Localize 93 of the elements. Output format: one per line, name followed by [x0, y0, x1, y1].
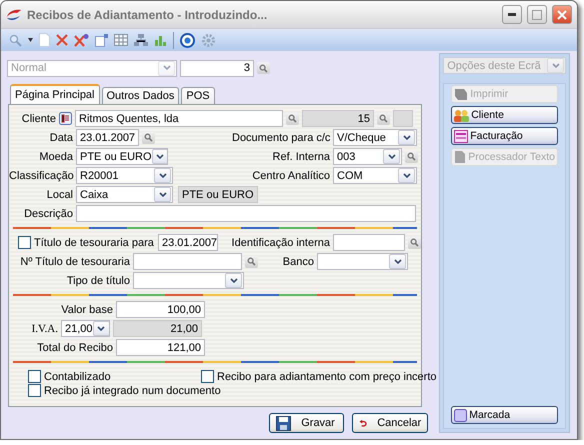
- chevron-icon[interactable]: [154, 168, 171, 183]
- search-icon[interactable]: [142, 132, 155, 144]
- dropdown-field[interactable]: COM: [333, 167, 417, 184]
- cancel-button[interactable]: Cancelar: [352, 413, 428, 433]
- help-icon[interactable]: [180, 32, 195, 48]
- option-button[interactable]: Facturação: [451, 127, 558, 145]
- search-icon[interactable]: [245, 256, 258, 268]
- chevron-icon[interactable]: [152, 149, 167, 164]
- field-label: I.V.A.: [30, 322, 58, 334]
- field-label: Documento para c/c: [232, 132, 330, 144]
- tab[interactable]: Página Principal: [10, 84, 100, 104]
- chevron-icon[interactable]: [389, 254, 406, 269]
- option-button[interactable]: Marcada: [451, 406, 558, 424]
- chevron-icon[interactable]: [383, 149, 400, 164]
- checkbox[interactable]: [28, 384, 41, 397]
- field-label: Classificação: [9, 170, 73, 182]
- document-icon: [454, 150, 466, 164]
- dropdown-field[interactable]: [317, 253, 408, 270]
- chevron-icon[interactable]: [398, 130, 415, 145]
- search-icon[interactable]: [405, 150, 418, 162]
- printer-icon: [454, 87, 468, 101]
- field-label: Valor base: [60, 304, 113, 316]
- field-label: Tipo de título: [66, 274, 130, 286]
- dropdown-field[interactable]: R20001: [76, 167, 173, 184]
- chevron-icon[interactable]: [398, 168, 415, 183]
- people-icon: [454, 108, 470, 122]
- checkbox[interactable]: [18, 236, 31, 249]
- app-logo-icon: [6, 8, 22, 20]
- readonly-field: PTE ou EURO: [178, 186, 258, 203]
- checkbox-label: Título de tesouraria para: [34, 236, 155, 248]
- readonly-field: [393, 110, 413, 127]
- field-label: Moeda: [38, 150, 73, 162]
- date-field[interactable]: 23.01.2007: [158, 234, 218, 251]
- dropdown-field[interactable]: [133, 272, 244, 289]
- network-icon[interactable]: [134, 34, 148, 46]
- search-icon[interactable]: [377, 112, 390, 124]
- close-button[interactable]: [552, 5, 572, 24]
- date-field[interactable]: 23.01.2007: [76, 129, 139, 146]
- amount-field: 21,00: [113, 320, 202, 337]
- field-label: Banco: [282, 256, 314, 268]
- dropdown-field[interactable]: PTE ou EURO: [76, 148, 168, 165]
- checkbox[interactable]: [201, 370, 214, 383]
- table-icon[interactable]: [114, 34, 128, 46]
- properties-icon[interactable]: [95, 34, 108, 46]
- checkbox-label: Recibo para adiantamento com preço incerto: [217, 370, 437, 382]
- search-icon[interactable]: [286, 112, 299, 124]
- input-field[interactable]: Ritmos Quentes, lda: [75, 110, 283, 127]
- search-icon[interactable]: [408, 236, 421, 248]
- checkbox[interactable]: [28, 370, 41, 383]
- minimize-button[interactable]: [502, 5, 522, 24]
- field-label: Ref. Interna: [272, 150, 330, 162]
- chevron-icon[interactable]: [154, 187, 171, 202]
- amount-field[interactable]: 121,00: [116, 339, 205, 356]
- checkbox-label: Contabilizado: [44, 370, 111, 382]
- field-label: Nº Título de tesouraria: [19, 256, 130, 268]
- maximize-icon: [532, 10, 542, 20]
- search-icon[interactable]: [9, 34, 22, 46]
- input-field[interactable]: [133, 253, 242, 270]
- minimize-icon: [508, 13, 516, 16]
- dropdown-field[interactable]: 003: [333, 148, 402, 165]
- address-book-icon[interactable]: [59, 112, 72, 125]
- input-field[interactable]: [333, 234, 405, 251]
- chevron-icon[interactable]: [225, 273, 242, 288]
- input-field[interactable]: [76, 205, 416, 222]
- field-label: Cliente: [20, 112, 56, 124]
- amount-field[interactable]: 100,00: [116, 301, 205, 318]
- tab[interactable]: Outros Dados: [102, 87, 180, 104]
- cross-icon[interactable]: [56, 34, 68, 46]
- field-label: Identificação interna: [230, 236, 330, 248]
- number-field[interactable]: 3: [180, 60, 254, 76]
- field-label: Data: [48, 132, 73, 144]
- field-label: Local: [46, 188, 73, 200]
- field-label: Total do Recibo: [36, 342, 113, 354]
- window-title: Recibos de Adiantamento - Introduzindo...: [27, 8, 268, 22]
- field-label: Centro Analítico: [251, 170, 330, 182]
- maximize-button[interactable]: [527, 5, 547, 24]
- tab[interactable]: POS: [181, 87, 215, 104]
- cross-edit-icon[interactable]: [74, 33, 89, 47]
- chart-icon[interactable]: [154, 34, 167, 46]
- dropdown-field[interactable]: V/Cheque: [333, 129, 417, 146]
- option-button[interactable]: Cliente: [451, 106, 558, 124]
- number-field: 15: [302, 110, 374, 127]
- field-label: Descrição: [23, 208, 73, 220]
- save-button[interactable]: Gravar: [269, 413, 344, 433]
- close-icon: [557, 10, 567, 20]
- checkbox-label: Recibo já integrado num documento: [44, 384, 221, 396]
- dropdown-field[interactable]: 21,00: [61, 320, 110, 337]
- square-icon: [454, 408, 468, 422]
- form-icon: [454, 130, 468, 142]
- search-icon[interactable]: [257, 62, 270, 74]
- dropdown-field[interactable]: Caixa: [76, 186, 173, 203]
- chevron-icon[interactable]: [92, 321, 109, 336]
- caret-icon[interactable]: [28, 38, 33, 42]
